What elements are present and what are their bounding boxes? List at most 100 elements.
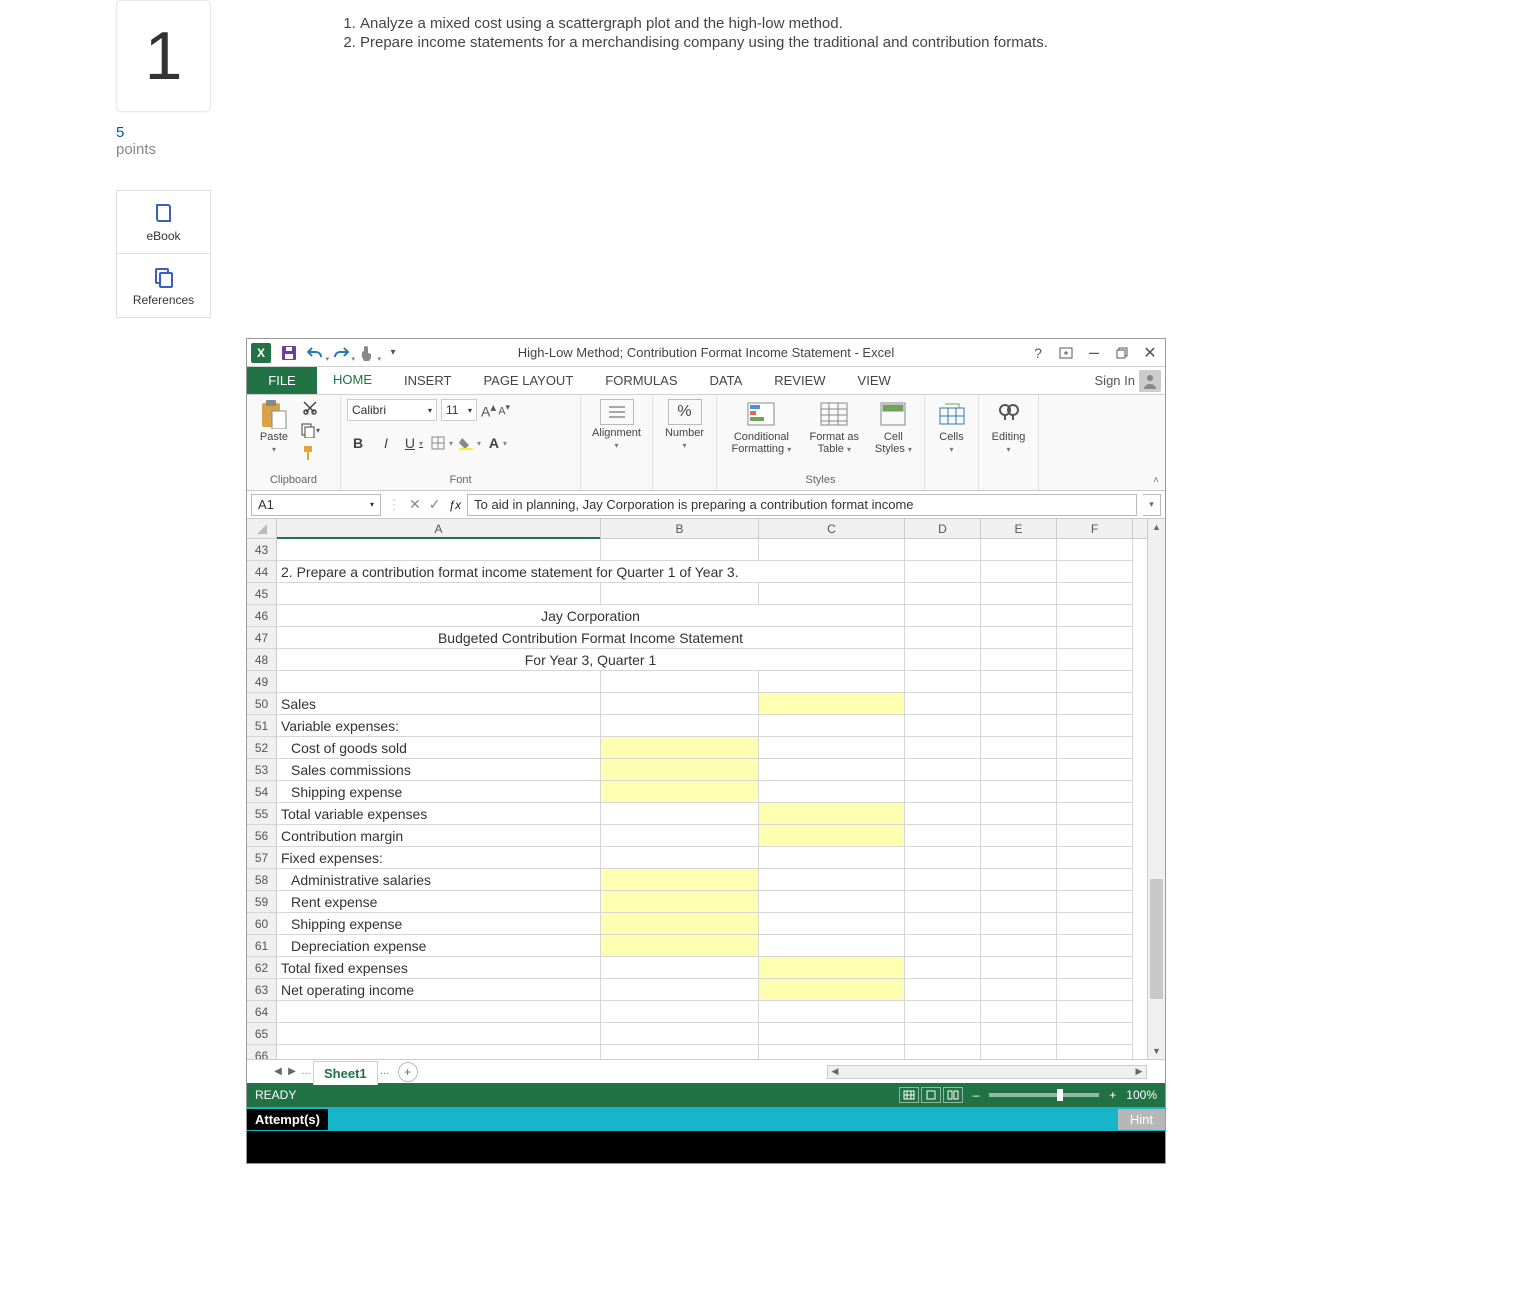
row-header[interactable]: 63 [247, 979, 277, 1001]
cell-D44[interactable] [905, 561, 981, 583]
page-break-view-button[interactable] [943, 1087, 963, 1103]
fill-color-button[interactable] [459, 433, 481, 453]
alignment-button[interactable]: Alignment ▾ [596, 399, 638, 450]
cell-B60[interactable] [601, 913, 759, 935]
row-header[interactable]: 49 [247, 671, 277, 693]
row-header[interactable]: 64 [247, 1001, 277, 1023]
cell-F45[interactable] [1057, 583, 1133, 605]
cell-C65[interactable] [759, 1023, 905, 1045]
cell-styles-button[interactable]: CellStyles ▾ [869, 399, 918, 455]
row-header[interactable]: 53 [247, 759, 277, 781]
tab-data[interactable]: DATA [694, 367, 759, 394]
cell-B52[interactable] [601, 737, 759, 759]
close-button[interactable]: ✕ [1141, 344, 1159, 362]
cell-D57[interactable] [905, 847, 981, 869]
ribbon-display-options-button[interactable] [1057, 344, 1075, 362]
cell-E66[interactable] [981, 1045, 1057, 1059]
cell-B43[interactable] [601, 539, 759, 561]
cell-E46[interactable] [981, 605, 1057, 627]
expand-formula-bar-button[interactable]: ▾ [1143, 494, 1161, 516]
cell-A45[interactable] [277, 583, 601, 605]
scroll-down-icon[interactable]: ▼ [1148, 1043, 1165, 1059]
font-color-button[interactable]: A [487, 433, 509, 453]
bold-button[interactable]: B [347, 433, 369, 453]
cell-D59[interactable] [905, 891, 981, 913]
page-layout-view-button[interactable] [921, 1087, 941, 1103]
cell-F62[interactable] [1057, 957, 1133, 979]
cell-A50[interactable]: Sales [277, 693, 601, 715]
cell-F56[interactable] [1057, 825, 1133, 847]
copy-button[interactable]: ▾ [299, 421, 321, 439]
cell-A62[interactable]: Total fixed expenses [277, 957, 601, 979]
cell-C66[interactable] [759, 1045, 905, 1059]
cell-F65[interactable] [1057, 1023, 1133, 1045]
cell-D49[interactable] [905, 671, 981, 693]
cell-C45[interactable] [759, 583, 905, 605]
cell-A55[interactable]: Total variable expenses [277, 803, 601, 825]
row-header[interactable]: 46 [247, 605, 277, 627]
cell-F49[interactable] [1057, 671, 1133, 693]
cell-A57[interactable]: Fixed expenses: [277, 847, 601, 869]
cell-D65[interactable] [905, 1023, 981, 1045]
cell-B58[interactable] [601, 869, 759, 891]
cell-A64[interactable] [277, 1001, 601, 1023]
cell-C51[interactable] [759, 715, 905, 737]
tab-formulas[interactable]: FORMULAS [589, 367, 693, 394]
cell-C58[interactable] [759, 869, 905, 891]
cell-F60[interactable] [1057, 913, 1133, 935]
cell-E44[interactable] [981, 561, 1057, 583]
format-painter-button[interactable] [299, 443, 321, 461]
cell-B63[interactable] [601, 979, 759, 1001]
cell-C53[interactable] [759, 759, 905, 781]
cell-A44[interactable]: 2. Prepare a contribution format income … [277, 561, 905, 583]
cell-D55[interactable] [905, 803, 981, 825]
row-header[interactable]: 52 [247, 737, 277, 759]
cell-D46[interactable] [905, 605, 981, 627]
row-header[interactable]: 44 [247, 561, 277, 583]
cell-C55[interactable] [759, 803, 905, 825]
cell-B51[interactable] [601, 715, 759, 737]
tab-page-layout[interactable]: PAGE LAYOUT [467, 367, 589, 394]
cell-B49[interactable] [601, 671, 759, 693]
underline-button[interactable]: U [403, 433, 425, 453]
cell-E52[interactable] [981, 737, 1057, 759]
cell-C50[interactable] [759, 693, 905, 715]
conditional-formatting-button[interactable]: ConditionalFormatting ▾ [723, 399, 800, 455]
row-header[interactable]: 60 [247, 913, 277, 935]
select-all-corner[interactable] [247, 519, 277, 538]
row-header[interactable]: 66 [247, 1045, 277, 1059]
cell-C54[interactable] [759, 781, 905, 803]
row-header[interactable]: 59 [247, 891, 277, 913]
cancel-formula-button[interactable]: ✕ [409, 496, 421, 513]
cell-E57[interactable] [981, 847, 1057, 869]
cell-B61[interactable] [601, 935, 759, 957]
cell-D47[interactable] [905, 627, 981, 649]
col-header-a[interactable]: A [277, 519, 601, 538]
cell-C56[interactable] [759, 825, 905, 847]
zoom-in-button[interactable]: + [1109, 1088, 1116, 1102]
row-header[interactable]: 54 [247, 781, 277, 803]
cell-F53[interactable] [1057, 759, 1133, 781]
cell-D52[interactable] [905, 737, 981, 759]
save-icon[interactable] [277, 342, 301, 364]
decrease-font-icon[interactable]: A▾ [498, 402, 510, 418]
number-button[interactable]: % Number ▾ [664, 399, 706, 450]
new-sheet-button[interactable]: + [398, 1062, 418, 1082]
cell-E63[interactable] [981, 979, 1057, 1001]
cell-F46[interactable] [1057, 605, 1133, 627]
cell-F57[interactable] [1057, 847, 1133, 869]
cell-B50[interactable] [601, 693, 759, 715]
cell-F44[interactable] [1057, 561, 1133, 583]
cell-B53[interactable] [601, 759, 759, 781]
cell-A63[interactable]: Net operating income [277, 979, 601, 1001]
references-button[interactable]: References [116, 254, 211, 318]
cell-F52[interactable] [1057, 737, 1133, 759]
cell-A56[interactable]: Contribution margin [277, 825, 601, 847]
scroll-left-icon[interactable]: ◀ [828, 1066, 842, 1078]
cell-F54[interactable] [1057, 781, 1133, 803]
cell-D62[interactable] [905, 957, 981, 979]
cell-B62[interactable] [601, 957, 759, 979]
cell-E53[interactable] [981, 759, 1057, 781]
normal-view-button[interactable] [899, 1087, 919, 1103]
row-header[interactable]: 62 [247, 957, 277, 979]
